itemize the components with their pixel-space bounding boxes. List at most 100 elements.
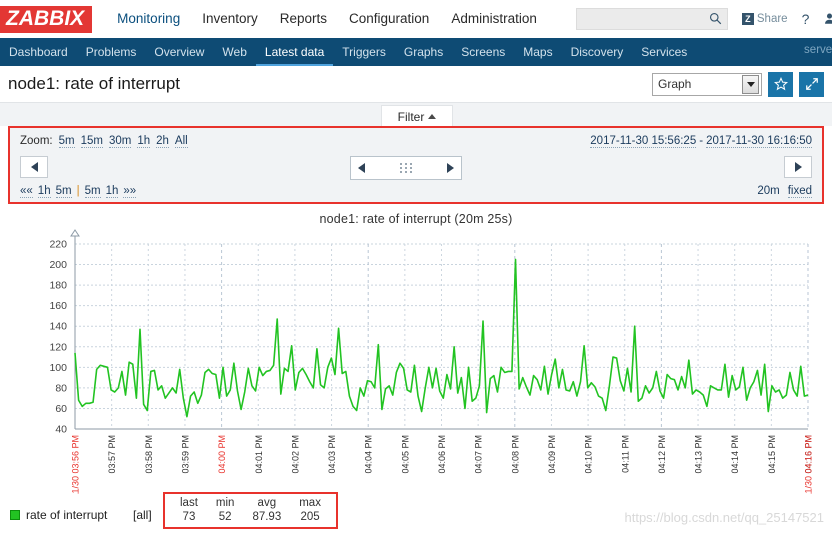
svg-text:04:10 PM: 04:10 PM [584, 435, 594, 474]
subnav-label: Discovery [571, 45, 624, 59]
favorite-star-button[interactable] [768, 72, 793, 97]
header-icons: Z Share ? [742, 12, 832, 27]
subnav-item-problems[interactable]: Problems [77, 38, 146, 66]
menu-item-administration[interactable]: Administration [440, 0, 548, 38]
fixed-toggle[interactable]: fixed [788, 185, 812, 198]
nav-fwd-1h[interactable]: 1h [106, 185, 119, 198]
filter-tab[interactable]: Filter [381, 105, 453, 127]
arrow-left-icon[interactable] [358, 163, 365, 173]
scroll-right-button[interactable] [784, 156, 812, 178]
table-row: last min avg max [171, 496, 330, 510]
subnav-item-dashboard[interactable]: Dashboard [0, 38, 77, 66]
menu-item-configuration[interactable]: Configuration [338, 0, 440, 38]
chevron-down-icon[interactable] [742, 75, 759, 94]
svg-text:04:05 PM: 04:05 PM [400, 435, 410, 474]
search-box[interactable] [576, 8, 728, 30]
subnav-item-maps[interactable]: Maps [514, 38, 561, 66]
server-label: server [804, 44, 832, 56]
chart-legend: rate of interrupt [all] last min avg max… [0, 498, 832, 537]
stat-value-max: 205 [290, 510, 330, 524]
time-slider-handle[interactable] [350, 156, 462, 180]
range-from[interactable]: 2017-11-30 15:56:25 [590, 135, 696, 148]
zabbix-badge-icon: Z [742, 13, 754, 25]
nav-last[interactable]: »» [123, 185, 136, 198]
legend-scope: [all] [133, 508, 152, 522]
range-to[interactable]: 2017-11-30 16:16:50 [706, 135, 812, 148]
sub-navigation: Dashboard Problems Overview Web Latest d… [0, 38, 832, 66]
stat-header-min: min [207, 496, 244, 510]
svg-text:100: 100 [49, 362, 67, 374]
subnav-item-discovery[interactable]: Discovery [562, 38, 633, 66]
stat-header-last: last [171, 496, 207, 510]
menu-item-inventory[interactable]: Inventory [191, 0, 269, 38]
search-input[interactable] [577, 9, 727, 29]
subnav-label: Services [641, 45, 687, 59]
help-icon[interactable]: ? [802, 12, 810, 26]
zoom-row: Zoom: 5m 15m 30m 1h 2h All 2017-11-30 15… [20, 133, 812, 150]
fullscreen-button[interactable] [799, 72, 824, 97]
stat-header-max: max [290, 496, 330, 510]
nav-first[interactable]: «« [20, 185, 33, 198]
nav-fwd-5m[interactable]: 5m [85, 185, 101, 198]
svg-text:04:15 PM: 04:15 PM [767, 435, 777, 474]
arrow-right-icon[interactable] [447, 163, 454, 173]
zoom-controls: Zoom: 5m 15m 30m 1h 2h All [20, 135, 188, 148]
subnav-label: Triggers [342, 45, 386, 59]
subnav-item-triggers[interactable]: Triggers [333, 38, 395, 66]
stat-value-min: 52 [207, 510, 244, 524]
chart-title: node1: rate of interrupt (20m 25s) [0, 210, 832, 226]
arrow-left-icon [31, 162, 38, 172]
period-label: 20m [757, 185, 779, 198]
grip-icon [400, 163, 413, 173]
legend-item-label: rate of interrupt [26, 508, 107, 522]
page-title-row: node1: rate of interrupt Graph [0, 66, 832, 102]
nav-back-5m[interactable]: 5m [56, 185, 72, 198]
main-menu: Monitoring Inventory Reports Configurati… [106, 0, 548, 38]
zoom-option-5m[interactable]: 5m [59, 135, 75, 148]
stat-value-last: 73 [171, 510, 207, 524]
subnav-item-screens[interactable]: Screens [452, 38, 514, 66]
date-range: 2017-11-30 15:56:25 - 2017-11-30 16:16:5… [590, 135, 812, 148]
subnav-item-graphs[interactable]: Graphs [395, 38, 452, 66]
time-nav-row: «« 1h 5m | 5m 1h »» 20m fixed [20, 183, 812, 199]
watermark-text: https://blog.csdn.net/qq_25147521 [625, 510, 825, 525]
view-type-select[interactable]: Graph [652, 73, 762, 96]
zoom-option-30m[interactable]: 30m [109, 135, 131, 148]
graph-container: node1: rate of interrupt (20m 25s) 40608… [0, 210, 832, 510]
svg-text:04:13 PM: 04:13 PM [694, 435, 704, 474]
svg-text:04:09 PM: 04:09 PM [547, 435, 557, 474]
menu-label: Reports [280, 11, 327, 26]
subnav-item-web[interactable]: Web [213, 38, 255, 66]
menu-item-monitoring[interactable]: Monitoring [106, 0, 191, 38]
legend-item: rate of interrupt [10, 508, 107, 522]
zoom-label: Zoom: [20, 135, 53, 147]
menu-item-reports[interactable]: Reports [269, 0, 338, 38]
svg-text:220: 220 [49, 239, 67, 251]
zoom-option-1h[interactable]: 1h [137, 135, 150, 148]
zoom-option-all[interactable]: All [175, 135, 188, 148]
subnav-item-overview[interactable]: Overview [145, 38, 213, 66]
svg-text:04:01 PM: 04:01 PM [254, 435, 264, 474]
svg-text:04:12 PM: 04:12 PM [657, 435, 667, 474]
subnav-label: Graphs [404, 45, 443, 59]
time-slider-track[interactable] [48, 156, 784, 178]
user-icon[interactable] [823, 12, 832, 27]
subnav-item-latest-data[interactable]: Latest data [256, 38, 333, 66]
arrow-right-icon [795, 162, 802, 172]
legend-stats-table: last min avg max 73 52 87.93 205 [171, 496, 330, 524]
view-type-value: Graph [658, 77, 691, 91]
time-scrollbar-row [20, 152, 812, 182]
svg-text:160: 160 [49, 300, 67, 312]
svg-text:80: 80 [55, 382, 67, 394]
share-button[interactable]: Z Share [742, 13, 788, 25]
nav-back-1h[interactable]: 1h [38, 185, 51, 198]
zoom-option-2h[interactable]: 2h [156, 135, 169, 148]
svg-text:04:11 PM: 04:11 PM [620, 435, 630, 473]
zabbix-logo[interactable]: ZABBIX [0, 6, 92, 33]
subnav-item-services[interactable]: Services [632, 38, 696, 66]
zoom-option-15m[interactable]: 15m [81, 135, 103, 148]
svg-text:04:07 PM: 04:07 PM [474, 435, 484, 474]
scroll-left-button[interactable] [20, 156, 48, 178]
search-icon[interactable] [709, 12, 722, 30]
svg-text:04:04 PM: 04:04 PM [364, 435, 374, 474]
